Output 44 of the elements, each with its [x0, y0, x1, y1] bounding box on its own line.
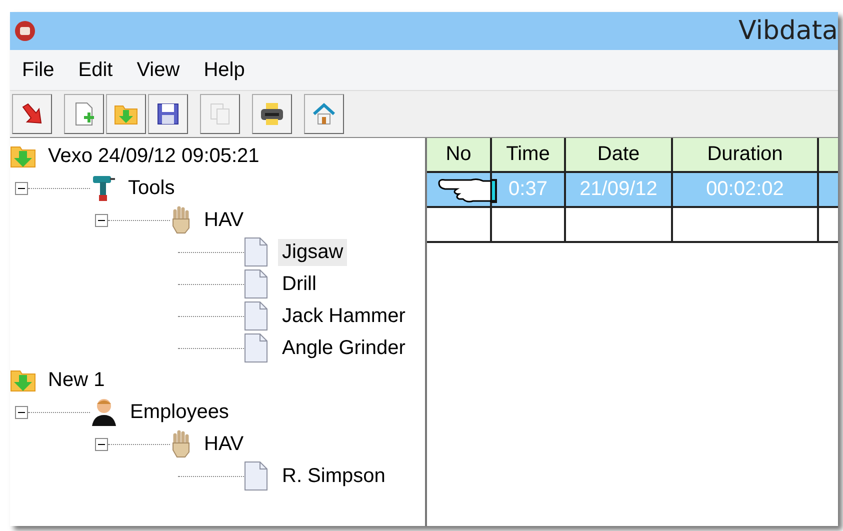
new-button[interactable]	[64, 94, 104, 134]
tree-item[interactable]: Jack Hammer	[278, 302, 410, 330]
column-header[interactable]: Date	[566, 138, 673, 171]
menu-item[interactable]: View	[124, 58, 192, 82]
tree-item[interactable]: New 1	[44, 366, 109, 394]
tree-item[interactable]: Jigsaw	[278, 238, 348, 266]
home-icon	[311, 101, 337, 127]
home-button[interactable]	[304, 94, 344, 134]
open-button[interactable]	[106, 94, 146, 134]
collapse-toggle[interactable]	[95, 214, 108, 226]
printer-icon	[259, 101, 285, 127]
tree-item[interactable]: R. Simpson	[278, 462, 390, 490]
menu-item[interactable]: Edit	[66, 58, 125, 82]
menu-item[interactable]: File	[10, 58, 66, 82]
app-icon	[14, 20, 36, 42]
table-cell: 21/09/12	[566, 173, 673, 206]
document-icon	[244, 269, 268, 299]
drill-icon	[90, 173, 116, 203]
hand-icon	[170, 206, 192, 234]
collapse-toggle[interactable]	[15, 406, 28, 418]
collapse-toggle[interactable]	[15, 182, 28, 194]
save-button[interactable]	[148, 94, 188, 134]
tree-item[interactable]: Employees	[126, 398, 233, 426]
tree-item[interactable]: Angle Grinder	[278, 334, 410, 362]
window-title: Vibdata	[738, 16, 838, 46]
exit-button[interactable]	[12, 94, 52, 134]
tree-item[interactable]: Drill	[278, 270, 320, 298]
hand-icon	[170, 430, 192, 458]
column-header[interactable]: No	[427, 138, 492, 171]
tree-item[interactable]: HAV	[200, 430, 248, 458]
menu-item[interactable]: Help	[192, 58, 257, 82]
document-icon	[244, 301, 268, 331]
tree-item[interactable]: Vexo 24/09/12 09:05:21	[44, 142, 264, 170]
collapse-toggle[interactable]	[95, 438, 108, 450]
person-icon	[90, 397, 118, 427]
tree-item[interactable]: HAV	[200, 206, 248, 234]
tree-item[interactable]: Tools	[124, 174, 179, 202]
document-icon	[244, 461, 268, 491]
column-header[interactable]: Time	[492, 138, 566, 171]
print-button[interactable]	[252, 94, 292, 134]
table-cell: 00:02:02	[673, 173, 819, 206]
document-icon	[244, 333, 268, 363]
document-icon	[244, 237, 268, 267]
column-header[interactable]: Duration	[673, 138, 819, 171]
